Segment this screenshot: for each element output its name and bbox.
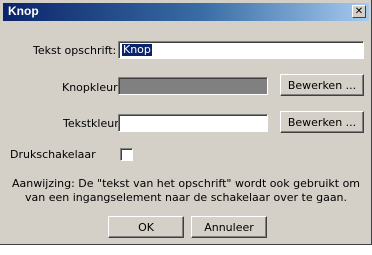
edit-text-color-label: Bewerken ... xyxy=(287,115,357,129)
text-color-label: Tekstkleur: xyxy=(63,117,123,130)
caption-input[interactable]: Knop xyxy=(118,41,364,59)
text-color-swatch xyxy=(118,114,268,132)
title-bar[interactable]: Knop ✕ xyxy=(3,3,369,21)
toggle-checkbox[interactable] xyxy=(120,148,133,161)
edit-button-color-label: Bewerken ... xyxy=(287,78,357,92)
ok-button[interactable]: OK xyxy=(108,216,184,238)
close-icon: ✕ xyxy=(354,5,364,17)
edit-text-color-button[interactable]: Bewerken ... xyxy=(280,111,364,133)
ok-button-label: OK xyxy=(138,220,154,234)
cancel-button[interactable]: Annuleer xyxy=(191,216,267,238)
caption-label: Tekst opschrift: xyxy=(33,44,117,57)
toggle-label: Drukschakelaar xyxy=(10,148,96,161)
hint-text: Aanwijzing: De "tekst van het opschrift"… xyxy=(11,177,361,204)
window-title: Knop xyxy=(8,4,39,18)
cancel-button-label: Annuleer xyxy=(204,220,254,234)
dialog-window: Knop ✕ Tekst opschrift: Knop Knopkleur: … xyxy=(0,0,372,245)
button-color-label: Knopkleur: xyxy=(62,81,122,94)
close-button[interactable]: ✕ xyxy=(352,5,366,18)
edit-button-color-button[interactable]: Bewerken ... xyxy=(280,74,364,96)
caption-input-value: Knop xyxy=(122,43,152,56)
button-color-swatch xyxy=(118,77,268,95)
